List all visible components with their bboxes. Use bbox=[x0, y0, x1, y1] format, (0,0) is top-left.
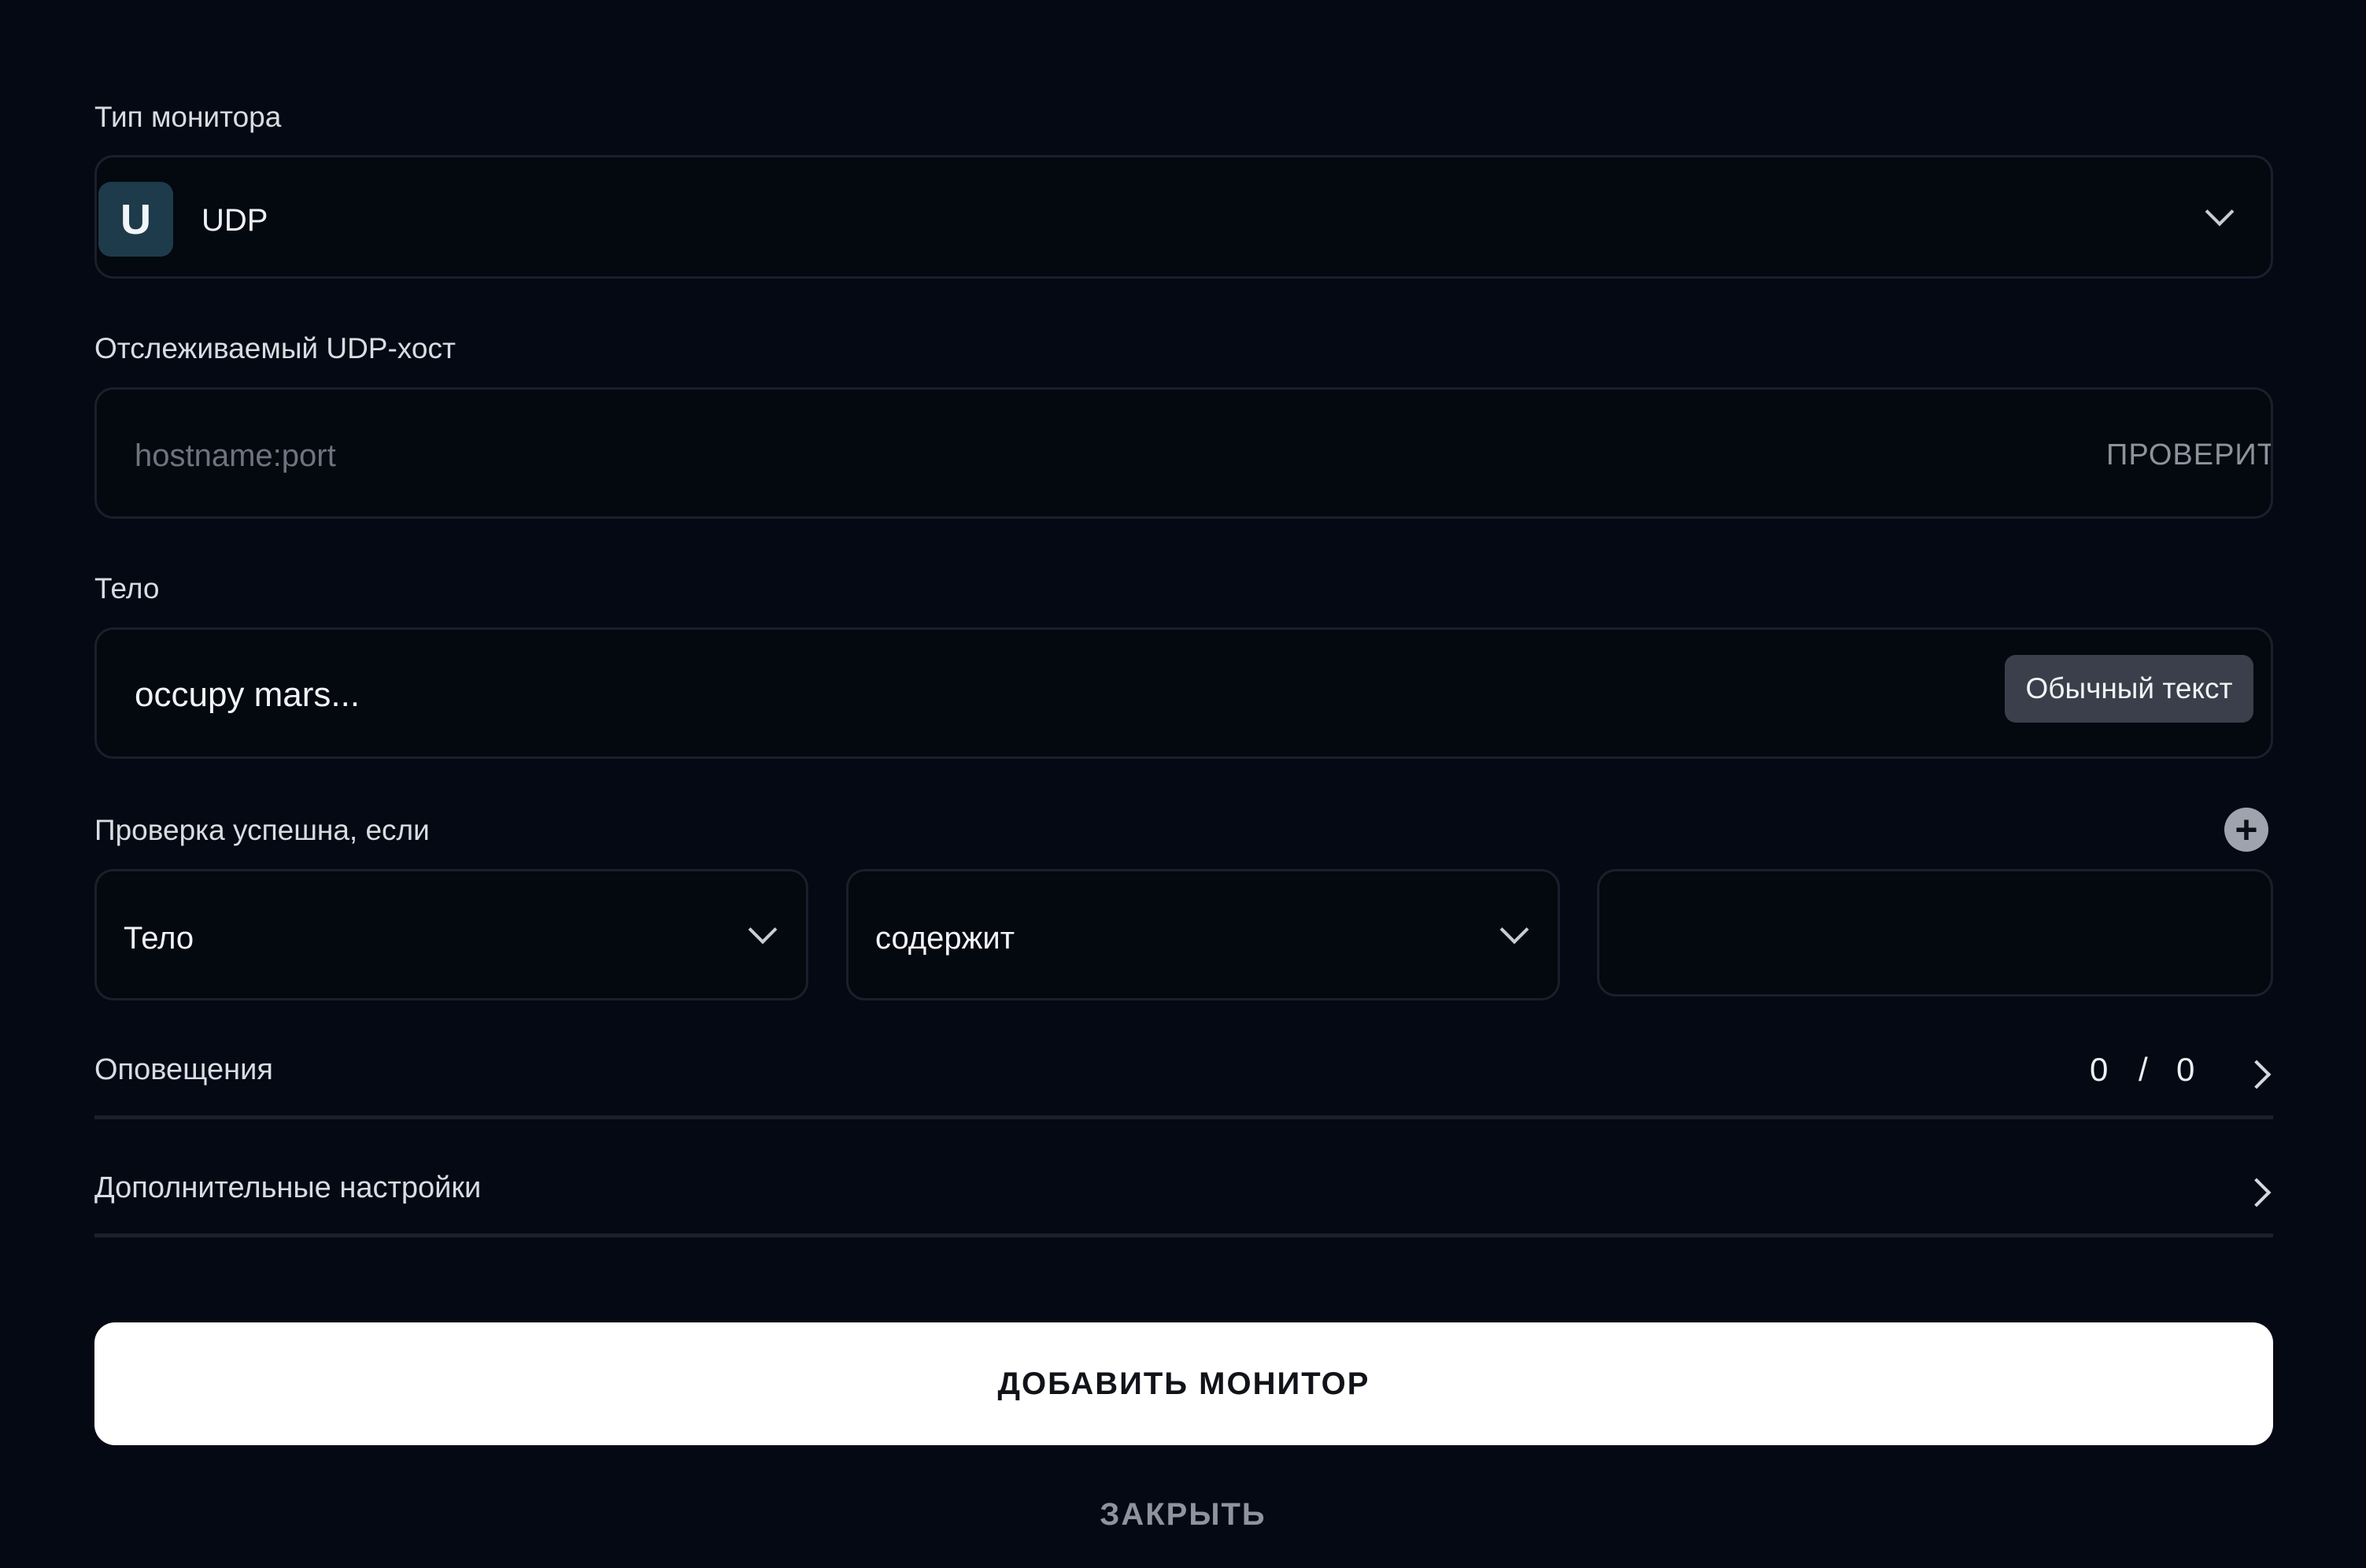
notifications-separator: / bbox=[2139, 1051, 2148, 1088]
host-placeholder: hostname:port bbox=[135, 438, 336, 473]
notifications-row[interactable]: Оповещения 0 / 0 bbox=[94, 1037, 2273, 1119]
advanced-settings-row[interactable]: Дополнительные настройки bbox=[94, 1156, 2273, 1237]
check-host-button[interactable]: ПРОВЕРИТЬ bbox=[2106, 440, 2271, 470]
host-label: Отслеживаемый UDP-хост bbox=[94, 332, 456, 364]
notifications-label: Оповещения bbox=[94, 1053, 273, 1086]
add-condition-button[interactable]: + bbox=[2224, 808, 2268, 852]
chevron-right-icon bbox=[2242, 1178, 2272, 1207]
notifications-total-count: 0 bbox=[2176, 1051, 2195, 1088]
body-format-button[interactable]: Обычный текст bbox=[2005, 655, 2253, 723]
chevron-down-icon bbox=[748, 915, 778, 945]
condition-operator-value: содержит bbox=[875, 921, 1015, 956]
chevron-right-icon bbox=[2242, 1060, 2272, 1089]
monitor-type-label: Тип монитора bbox=[94, 101, 282, 133]
monitor-type-value: UDP bbox=[201, 203, 268, 238]
condition-value-input[interactable] bbox=[1597, 869, 2273, 997]
notifications-enabled-count: 0 bbox=[2090, 1051, 2109, 1088]
udp-type-icon: U bbox=[98, 182, 173, 257]
body-label: Тело bbox=[94, 572, 160, 605]
add-monitor-form: Тип монитора U UDP Отслеживаемый UDP-хос… bbox=[0, 0, 2366, 1568]
body-value: occupy mars... bbox=[135, 675, 360, 714]
add-monitor-button[interactable]: ДОБАВИТЬ МОНИТОР bbox=[94, 1322, 2273, 1445]
condition-label: Проверка успешна, если bbox=[94, 814, 430, 846]
advanced-settings-label: Дополнительные настройки bbox=[94, 1171, 482, 1204]
chevron-down-icon bbox=[2205, 197, 2235, 227]
chevron-down-icon bbox=[1499, 915, 1529, 945]
close-button[interactable]: ЗАКРЫТЬ bbox=[0, 1499, 2366, 1530]
condition-field-value: Тело bbox=[124, 921, 194, 956]
body-input[interactable]: occupy mars... Обычный текст bbox=[94, 627, 2273, 759]
condition-field-select[interactable]: Тело bbox=[94, 869, 808, 1000]
monitor-type-select[interactable]: U UDP bbox=[94, 155, 2273, 279]
host-input[interactable]: hostname:port ПРОВЕРИТЬ bbox=[94, 387, 2273, 519]
condition-operator-select[interactable]: содержит bbox=[846, 869, 1560, 1000]
